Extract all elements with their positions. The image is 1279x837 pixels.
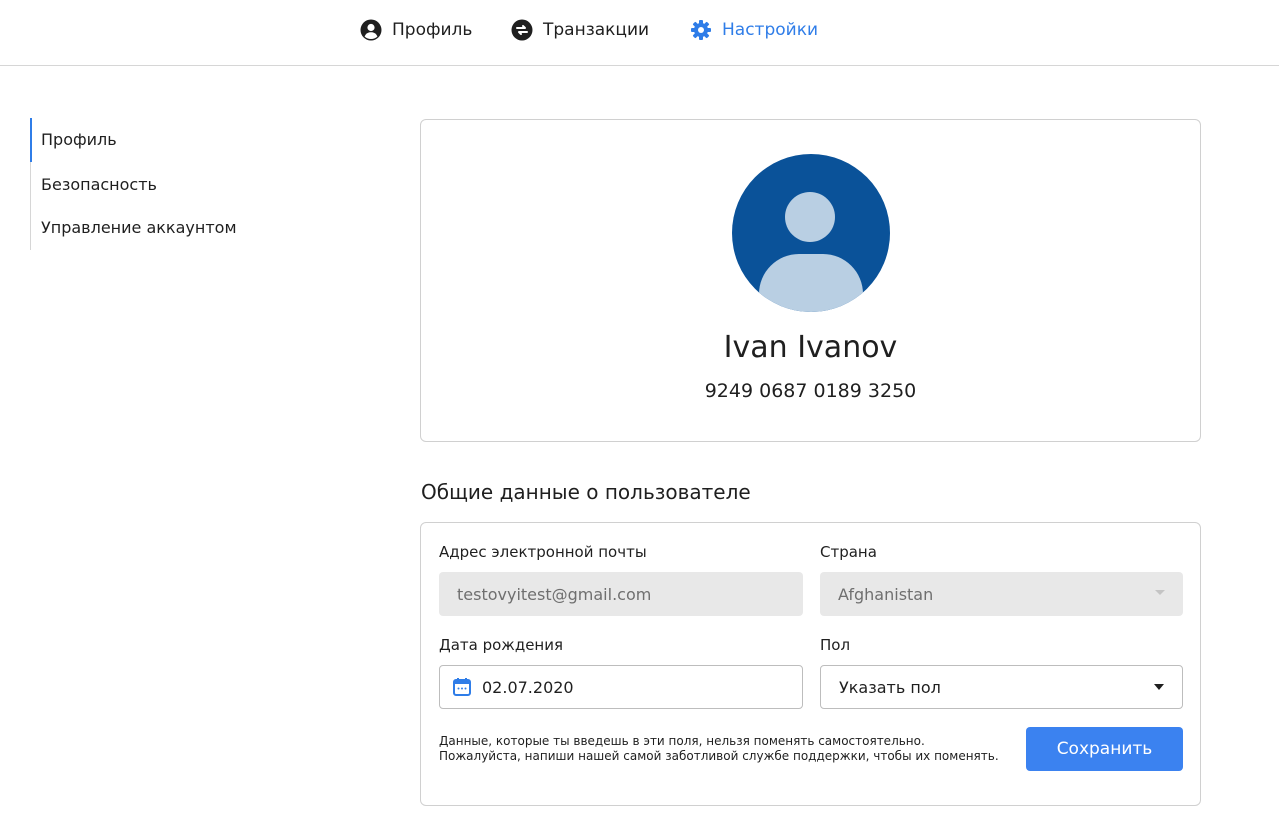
gender-value: Указать пол [839, 677, 941, 697]
info-note: Данные, которые ты введешь в эти поля, н… [439, 734, 999, 763]
country-value: Afghanistan [838, 584, 934, 604]
user-circle-icon [360, 19, 382, 41]
save-button[interactable]: Сохранить [1026, 727, 1183, 771]
top-navigation: Профиль Транзакции Настройки [0, 0, 1279, 66]
sidebar-item-account-management[interactable]: Управление аккаунтом [41, 218, 237, 237]
sidebar-item-security[interactable]: Безопасность [41, 175, 157, 194]
user-name: Ivan Ivanov [723, 330, 898, 365]
birthdate-label: Дата рождения [439, 636, 563, 654]
birthdate-value: 02.07.2020 [482, 677, 574, 697]
calendar-icon [453, 678, 471, 696]
nav-tab-transactions[interactable]: Транзакции [511, 18, 649, 42]
country-label: Страна [820, 543, 877, 561]
nav-tab-profile[interactable]: Профиль [360, 18, 472, 42]
chevron-down-icon [1154, 684, 1164, 690]
email-field[interactable]: testovyitest@gmail.com [439, 572, 803, 616]
nav-tab-label: Профиль [392, 20, 473, 40]
exchange-icon [511, 19, 533, 41]
nav-tab-settings[interactable]: Настройки [690, 18, 818, 42]
gender-select[interactable]: Указать пол [820, 665, 1183, 709]
nav-tab-label: Настройки [722, 20, 819, 40]
user-data-form: Адрес электронной почты Страна testovyit… [420, 522, 1201, 806]
avatar[interactable] [732, 154, 890, 312]
avatar-head-shape [785, 192, 835, 242]
settings-sidebar: Профиль Безопасность Управление аккаунто… [30, 118, 330, 250]
profile-card: Ivan Ivanov 9249 0687 0189 3250 [420, 119, 1201, 442]
gender-label: Пол [820, 636, 851, 654]
card-number: 9249 0687 0189 3250 [704, 380, 917, 402]
chevron-down-icon [1155, 590, 1165, 595]
birthdate-field[interactable]: 02.07.2020 [439, 665, 803, 709]
email-label: Адрес электронной почты [439, 543, 647, 561]
section-title: Общие данные о пользователе [421, 480, 751, 504]
sidebar-item-profile[interactable]: Профиль [30, 118, 117, 162]
avatar-body-shape [759, 254, 863, 312]
email-value: testovyitest@gmail.com [457, 584, 652, 604]
nav-tab-label: Транзакции [543, 20, 650, 40]
country-select[interactable]: Afghanistan [820, 572, 1183, 616]
gear-icon [691, 20, 711, 40]
